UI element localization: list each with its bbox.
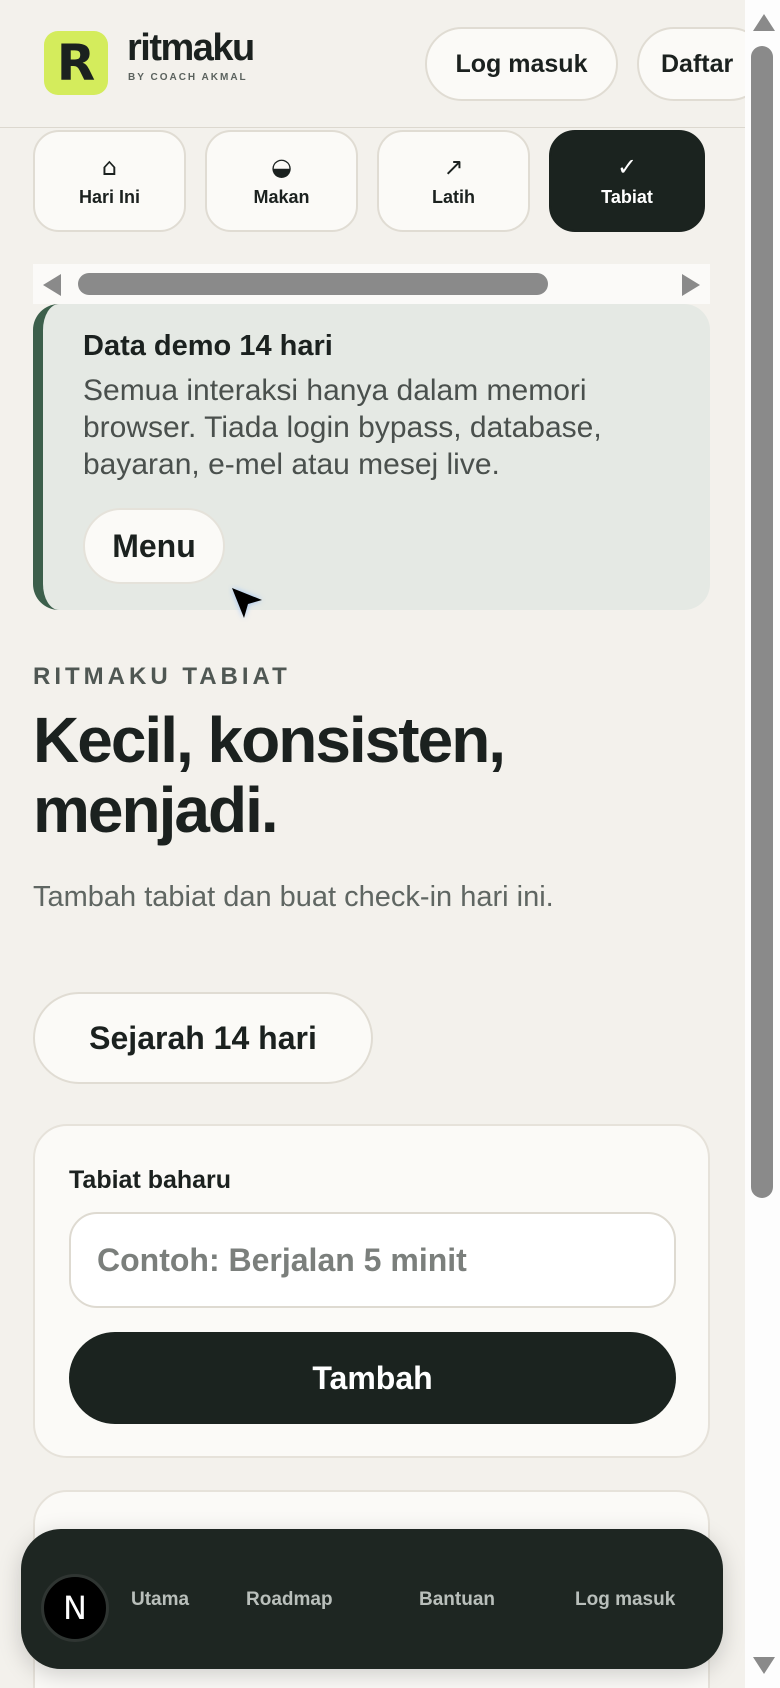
half-circle-icon: ◒ xyxy=(271,152,292,181)
signup-button[interactable]: Daftar xyxy=(637,27,745,101)
tab-label: Makan xyxy=(253,186,310,207)
nav-utama[interactable]: Utama xyxy=(131,1589,189,1611)
home-icon: ⌂ xyxy=(101,152,118,181)
notice-title: Data demo 14 hari xyxy=(83,330,333,362)
login-button[interactable]: Log masuk xyxy=(425,27,618,101)
logo[interactable]: R xyxy=(44,31,108,95)
tab-hari-ini[interactable]: ⌂ Hari Ini xyxy=(33,130,186,232)
tab-label: Latih xyxy=(432,186,475,207)
next-dev-badge-icon[interactable]: N xyxy=(41,1574,109,1642)
menu-button[interactable]: Menu xyxy=(83,508,225,584)
tab-label: Tabiat xyxy=(601,186,653,207)
tab-label: Hari Ini xyxy=(78,186,140,207)
scrollbar-thumb[interactable] xyxy=(751,46,773,1198)
top-header: R ritmaku BY COACH AKMAL Log masuk Dafta… xyxy=(0,0,745,128)
vertical-scrollbar[interactable] xyxy=(745,0,780,1688)
new-habit-label: Tabiat baharu xyxy=(69,1166,232,1194)
notice-body: Semua interaksi hanya dalam memori brows… xyxy=(83,374,602,481)
scrollbar-thumb[interactable] xyxy=(78,273,548,295)
page: R ritmaku BY COACH AKMAL Log masuk Dafta… xyxy=(0,0,745,1688)
section-eyebrow: RITMAKU TABIAT xyxy=(33,663,291,690)
tab-tabiat[interactable]: ✓ Tabiat xyxy=(549,130,705,232)
tab-makan[interactable]: ◒ Makan xyxy=(205,130,358,232)
bottom-nav: Utama Roadmap Bantuan Log masuk N xyxy=(21,1529,723,1669)
new-habit-card: Tabiat baharu Tambah xyxy=(33,1124,710,1458)
history-button[interactable]: Sejarah 14 hari xyxy=(33,992,373,1084)
scroll-up-icon[interactable] xyxy=(753,14,775,31)
new-habit-input[interactable] xyxy=(69,1212,676,1308)
horizontal-scrollbar[interactable] xyxy=(33,264,710,304)
scroll-down-icon[interactable] xyxy=(753,1657,775,1674)
nav-roadmap[interactable]: Roadmap xyxy=(246,1589,333,1611)
add-habit-button[interactable]: Tambah xyxy=(69,1332,676,1424)
nav-log-masuk[interactable]: Log masuk xyxy=(575,1589,675,1611)
mouse-cursor-icon xyxy=(232,588,262,618)
arrow-up-right-icon: ↗ xyxy=(443,152,464,181)
brand-tagline: BY COACH AKMAL xyxy=(128,72,248,83)
check-icon: ✓ xyxy=(616,152,638,181)
nav-bantuan[interactable]: Bantuan xyxy=(419,1589,495,1611)
page-subtitle: Tambah tabiat dan buat check-in hari ini… xyxy=(33,881,554,913)
scroll-right-icon[interactable] xyxy=(682,274,700,296)
demo-notice: Data demo 14 hari Semua interaksi hanya … xyxy=(33,304,710,610)
scroll-left-icon[interactable] xyxy=(43,274,61,296)
page-title: Kecil, konsisten, menjadi. xyxy=(33,704,506,846)
logo-letter: R xyxy=(56,34,96,92)
brand-name[interactable]: ritmaku xyxy=(127,27,255,70)
tab-latih[interactable]: ↗ Latih xyxy=(377,130,530,232)
